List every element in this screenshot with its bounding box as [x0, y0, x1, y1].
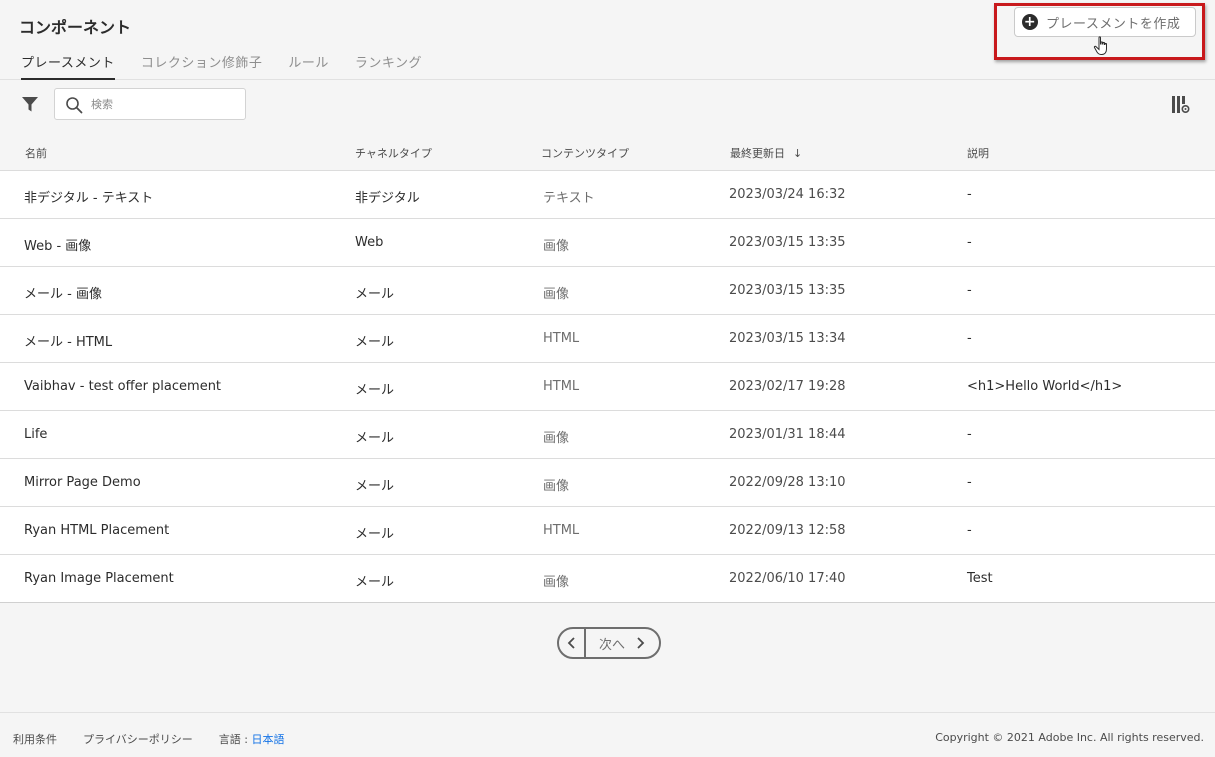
cell-channel: メール	[355, 335, 395, 350]
search-icon	[66, 97, 83, 114]
previous-page-button[interactable]	[559, 629, 586, 657]
column-settings-icon[interactable]	[1171, 95, 1190, 114]
cell-channel: メール	[355, 287, 395, 302]
terms-link[interactable]: 利用条件	[13, 731, 57, 747]
table-row[interactable]: Vaibhav - test offer placement メール HTML …	[0, 363, 1215, 411]
tab-ranking[interactable]: ランキング	[355, 52, 422, 80]
tab-placements[interactable]: プレースメント	[21, 52, 115, 80]
tab-bar: プレースメント コレクション修飾子 ルール ランキング	[21, 52, 448, 80]
table-row[interactable]: Mirror Page Demo メール 画像 2022/09/28 13:10…	[0, 459, 1215, 507]
privacy-link[interactable]: プライバシーポリシー	[83, 731, 193, 747]
create-placement-button[interactable]: + プレースメントを作成	[1014, 7, 1196, 37]
copyright-text: Copyright © 2021 Adobe Inc. All rights r…	[935, 731, 1204, 744]
cell-name: 非デジタル - テキスト	[24, 191, 154, 206]
cell-name: Mirror Page Demo	[24, 475, 141, 490]
cell-content-type: 画像	[543, 479, 570, 494]
pagination: 次へ	[557, 627, 661, 659]
footer-links: 利用条件 プライバシーポリシー 言語 : 日本語	[13, 731, 284, 747]
table-header: 名前 チャネルタイプ コンテンツタイプ 最終更新日 ↓ 説明	[0, 140, 1215, 171]
column-header-content-type[interactable]: コンテンツタイプ	[541, 145, 629, 161]
cell-channel: メール	[355, 527, 395, 542]
table-row[interactable]: Web - 画像 Web 画像 2023/03/15 13:35 -	[0, 219, 1215, 267]
create-placement-label: プレースメントを作成	[1046, 16, 1181, 32]
cell-updated: 2023/03/24 16:32	[729, 187, 846, 202]
cell-content-type: 画像	[543, 287, 570, 302]
cell-name: Ryan Image Placement	[24, 571, 174, 586]
tab-rules[interactable]: ルール	[288, 52, 329, 80]
chevron-right-icon	[637, 637, 645, 649]
language-value[interactable]: 日本語	[251, 733, 284, 746]
cell-updated: 2022/09/13 12:58	[729, 523, 846, 538]
cell-name: Ryan HTML Placement	[24, 523, 170, 538]
cell-name: Vaibhav - test offer placement	[24, 379, 222, 394]
search-box[interactable]	[54, 88, 246, 120]
column-header-last-modified-label: 最終更新日	[730, 147, 785, 160]
cell-name: メール - HTML	[24, 335, 113, 350]
cell-content-type: HTML	[543, 523, 580, 538]
language-label: 言語 :	[218, 733, 252, 746]
column-header-channel-type[interactable]: チャネルタイプ	[355, 145, 432, 161]
column-header-last-modified[interactable]: 最終更新日 ↓	[730, 145, 802, 161]
cell-content-type: テキスト	[543, 191, 595, 206]
cell-updated: 2023/03/15 13:35	[729, 283, 846, 298]
cell-description: -	[967, 475, 972, 490]
cell-description: -	[967, 187, 972, 202]
table-row[interactable]: Ryan Image Placement メール 画像 2022/06/10 1…	[0, 555, 1215, 603]
cell-channel: メール	[355, 575, 395, 590]
cell-updated: 2023/03/15 13:34	[729, 331, 846, 346]
cell-description: -	[967, 235, 972, 250]
table-row[interactable]: メール - HTML メール HTML 2023/03/15 13:34 -	[0, 315, 1215, 363]
cell-description: Test	[967, 571, 993, 586]
filter-icon[interactable]	[21, 95, 39, 113]
cell-description: <h1>Hello World</h1>	[967, 379, 1123, 394]
cell-channel: メール	[355, 383, 395, 398]
cell-name: Web - 画像	[24, 239, 92, 254]
chevron-left-icon	[567, 637, 575, 649]
cell-description: -	[967, 331, 972, 346]
search-input[interactable]	[91, 93, 241, 115]
next-page-label[interactable]: 次へ	[599, 634, 625, 653]
cell-content-type: 画像	[543, 431, 570, 446]
cell-updated: 2022/09/28 13:10	[729, 475, 846, 490]
cell-content-type: HTML	[543, 331, 580, 346]
cell-name: Life	[24, 427, 48, 442]
arrow-down-icon: ↓	[793, 147, 803, 160]
cell-updated: 2023/02/17 19:28	[729, 379, 846, 394]
table-row[interactable]: メール - 画像 メール 画像 2023/03/15 13:35 -	[0, 267, 1215, 315]
cell-updated: 2022/06/10 17:40	[729, 571, 846, 586]
hand-pointer-icon	[1093, 36, 1107, 55]
table-body: 非デジタル - テキスト 非デジタル テキスト 2023/03/24 16:32…	[0, 171, 1215, 603]
next-page-button[interactable]	[635, 637, 645, 649]
footer: 利用条件 プライバシーポリシー 言語 : 日本語 Copyright © 202…	[0, 712, 1215, 757]
page-title: コンポーネント	[19, 18, 132, 37]
cell-channel: 非デジタル	[355, 191, 420, 206]
cell-name: メール - 画像	[24, 287, 102, 302]
cell-description: -	[967, 427, 972, 442]
cell-channel: メール	[355, 431, 395, 446]
tab-collection-qualifiers[interactable]: コレクション修飾子	[141, 52, 263, 80]
cell-content-type: 画像	[543, 575, 570, 590]
table-row[interactable]: Ryan HTML Placement メール HTML 2022/09/13 …	[0, 507, 1215, 555]
cell-content-type: HTML	[543, 379, 580, 394]
cell-updated: 2023/03/15 13:35	[729, 235, 846, 250]
cell-description: -	[967, 283, 972, 298]
table-row[interactable]: Life メール 画像 2023/01/31 18:44 -	[0, 411, 1215, 459]
cell-content-type: 画像	[543, 239, 570, 254]
table-row[interactable]: 非デジタル - テキスト 非デジタル テキスト 2023/03/24 16:32…	[0, 171, 1215, 219]
add-circle-icon: +	[1022, 14, 1038, 30]
cell-description: -	[967, 523, 972, 538]
language-selector[interactable]: 言語 : 日本語	[219, 731, 285, 747]
cell-channel: Web	[355, 235, 384, 250]
toolbar	[0, 80, 1215, 128]
cell-updated: 2023/01/31 18:44	[729, 427, 846, 442]
column-header-name[interactable]: 名前	[25, 145, 47, 161]
cell-channel: メール	[355, 479, 395, 494]
column-header-description[interactable]: 説明	[967, 145, 989, 161]
